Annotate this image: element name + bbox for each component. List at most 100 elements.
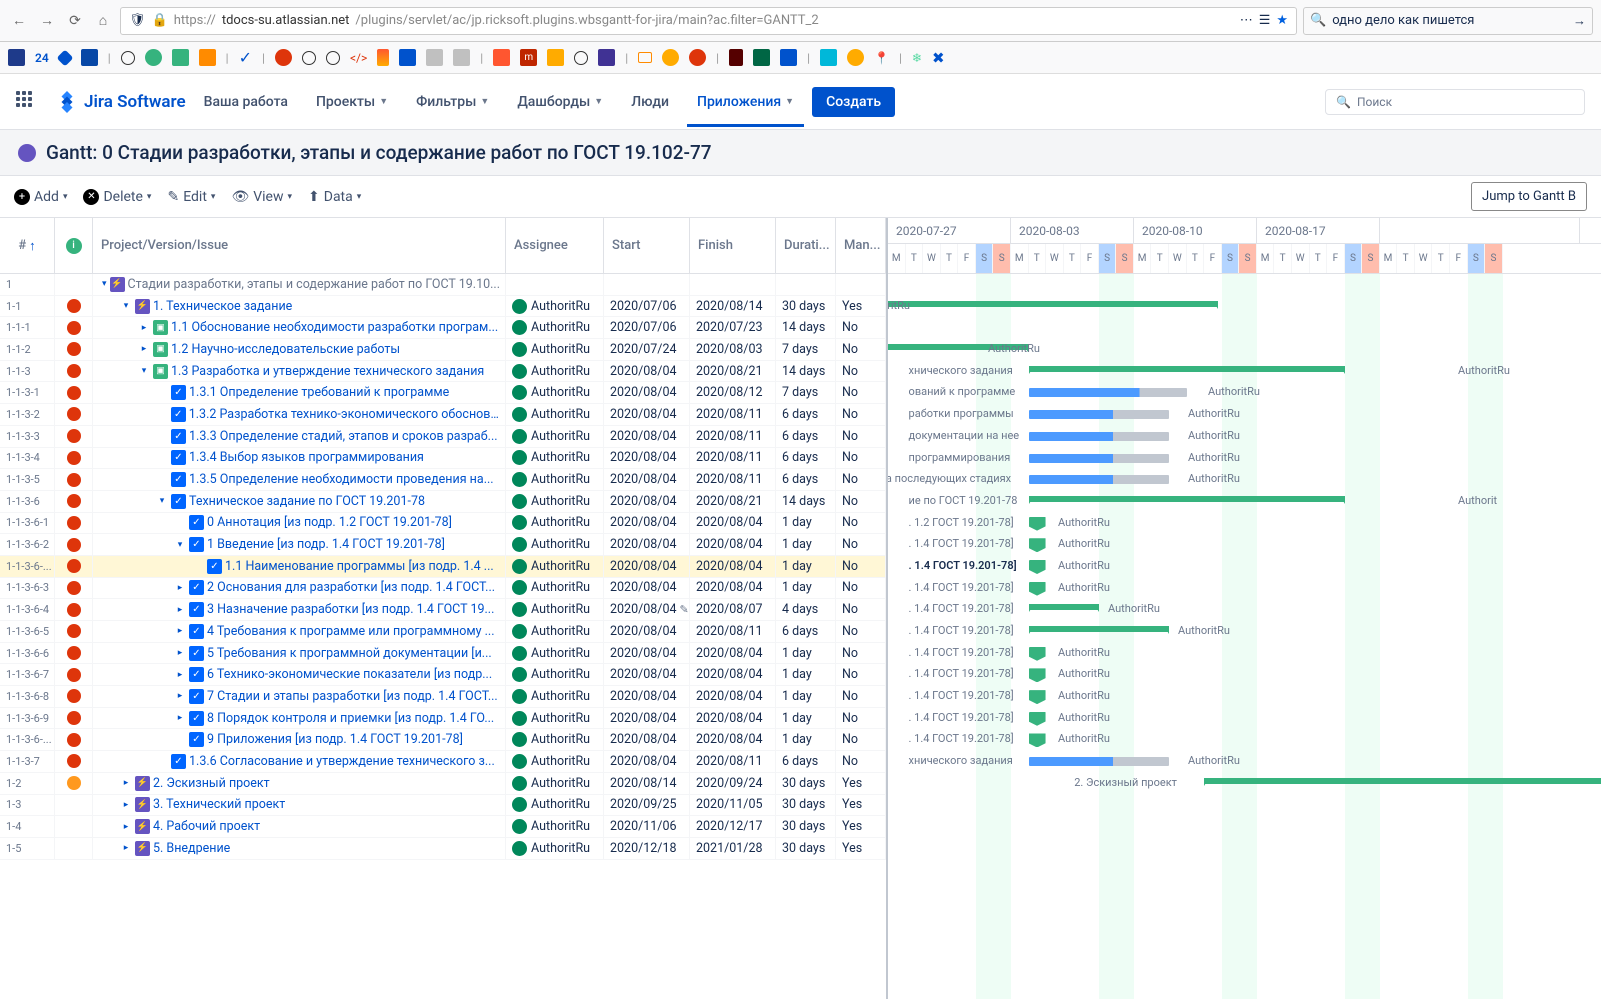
- bookmark-icon[interactable]: [326, 51, 340, 65]
- task-title[interactable]: 7 Стадии и этапы разработки [из подр. 1.…: [207, 689, 498, 704]
- jump-button[interactable]: Jump to Gantt B: [1471, 182, 1587, 211]
- nav-apps[interactable]: Приложения▼: [687, 77, 804, 127]
- task-row[interactable]: 1-1-3-5 1.3.5 Определение необходимости …: [0, 469, 886, 491]
- col-project[interactable]: Project/Version/Issue: [93, 218, 506, 273]
- tree-toggle[interactable]: ▸: [138, 323, 150, 333]
- gantt-bar[interactable]: [1029, 668, 1046, 682]
- bookmark-icon[interactable]: ❄: [912, 51, 922, 65]
- tree-toggle[interactable]: ▸: [120, 778, 132, 788]
- gantt-bar[interactable]: [1029, 410, 1170, 419]
- bookmark-icon[interactable]: [847, 49, 864, 66]
- task-row[interactable]: 1-1-3-6-... 1.1 Наименование программы […: [0, 556, 886, 578]
- bookmark-icon[interactable]: [56, 49, 73, 66]
- gantt-bar[interactable]: [1029, 432, 1170, 441]
- task-row[interactable]: 1-4 ▸ ⚡ 4. Рабочий проект AuthoritRu 202…: [0, 816, 886, 838]
- reader-icon[interactable]: ☰: [1259, 13, 1271, 28]
- task-title[interactable]: 1.1 Обоснование необходимости разработки…: [171, 320, 498, 335]
- jira-logo[interactable]: Jira Software: [56, 91, 186, 113]
- task-title[interactable]: 8 Порядок контроля и приемки [из подр. 1…: [207, 711, 494, 726]
- gantt-bar[interactable]: [1029, 454, 1170, 463]
- bookmark-icon[interactable]: [574, 51, 588, 65]
- task-row[interactable]: 1-1 ▾ ⚡ 1. Техническое задание AuthoritR…: [0, 296, 886, 318]
- gantt-bar[interactable]: [1029, 582, 1046, 596]
- task-title[interactable]: Стадии разработки, этапы и содержание ра…: [128, 277, 501, 292]
- bookmark-icon[interactable]: [638, 52, 652, 63]
- bookmark-icon[interactable]: [81, 49, 98, 66]
- gantt-bar[interactable]: [888, 301, 1218, 307]
- tree-toggle[interactable]: ▾: [138, 366, 150, 376]
- bookmark-icon[interactable]: [172, 49, 189, 66]
- col-num[interactable]: # ↑: [0, 218, 55, 273]
- bookmark-icon[interactable]: ✖: [932, 49, 945, 67]
- nav-filters[interactable]: Фильтры▼: [406, 88, 499, 116]
- gantt-bar[interactable]: [1029, 712, 1046, 726]
- gantt-bar[interactable]: [1029, 560, 1046, 574]
- col-assignee[interactable]: Assignee: [506, 218, 604, 273]
- task-row[interactable]: 1-1-2 ▸ ▣ 1.2 Научно-исследовательские р…: [0, 339, 886, 361]
- bookmark-icon[interactable]: [453, 49, 470, 66]
- bookmark-icon[interactable]: [729, 49, 743, 66]
- task-row[interactable]: 1-1-3-6-9 ▸ 8 Порядок контроля и приемки…: [0, 708, 886, 730]
- nav-projects[interactable]: Проекты▼: [306, 88, 398, 116]
- bookmark-icon[interactable]: ✓: [239, 48, 252, 67]
- task-title[interactable]: 2 Основания для разработки [из подр. 1.4…: [207, 580, 495, 595]
- task-row[interactable]: 1-1-3-4 1.3.4 Выбор языков программирова…: [0, 448, 886, 470]
- tree-toggle[interactable]: ▾: [156, 496, 168, 506]
- task-title[interactable]: 1 Введение [из подр. 1.4 ГОСТ 19.201-78]: [207, 537, 445, 552]
- bookmark-icon[interactable]: [377, 49, 389, 66]
- tree-toggle[interactable]: ▸: [174, 691, 186, 701]
- bookmark-icon[interactable]: </>: [350, 51, 367, 65]
- bookmark-icon[interactable]: [199, 49, 216, 66]
- tree-toggle[interactable]: ▸: [174, 626, 186, 636]
- task-row[interactable]: 1-1-3-6-6 ▸ 5 Требования к программной д…: [0, 643, 886, 665]
- task-row[interactable]: 1-1-3 ▾ ▣ 1.3 Разработка и утверждение т…: [0, 361, 886, 383]
- bookmark-icon[interactable]: [145, 49, 162, 66]
- task-title[interactable]: 1.1 Наименование программы [из подр. 1.4…: [225, 559, 494, 574]
- task-title[interactable]: 3. Технический проект: [153, 797, 285, 812]
- view-button[interactable]: 👁View▾: [231, 189, 292, 205]
- task-row[interactable]: 1-1-3-6-5 ▸ 4 Требования к программе или…: [0, 621, 886, 643]
- gantt-bar[interactable]: [1029, 647, 1046, 661]
- task-title[interactable]: 1.3.2 Разработка технико-экономического …: [189, 407, 499, 422]
- task-title[interactable]: 9 Приложения [из подр. 1.4 ГОСТ 19.201-7…: [207, 732, 463, 747]
- task-row[interactable]: 1-1-3-2 1.3.2 Разработка технико-экономи…: [0, 404, 886, 426]
- bookmark-icon[interactable]: [689, 49, 706, 66]
- gantt-bar[interactable]: [1029, 366, 1345, 372]
- task-row[interactable]: 1-1-1 ▸ ▣ 1.1 Обоснование необходимости …: [0, 317, 886, 339]
- bookmark-icon[interactable]: 📍: [874, 51, 889, 65]
- bookmark-icon[interactable]: [662, 49, 679, 66]
- task-title[interactable]: 5 Требования к программной документации …: [207, 646, 492, 661]
- tree-toggle[interactable]: ▸: [138, 344, 150, 354]
- tree-toggle[interactable]: ▾: [174, 540, 186, 550]
- gantt-bar[interactable]: [1029, 626, 1170, 632]
- col-info[interactable]: i: [55, 218, 93, 273]
- task-row[interactable]: 1-1-3-1 1.3.1 Определение требований к п…: [0, 382, 886, 404]
- tree-toggle[interactable]: ▾: [120, 301, 132, 311]
- tree-toggle[interactable]: ▾: [102, 279, 107, 289]
- task-title[interactable]: 1.3 Разработка и утверждение техническог…: [171, 364, 484, 379]
- col-start[interactable]: Start: [604, 218, 690, 273]
- browser-search[interactable]: 🔍 одно дело как пишется →: [1303, 7, 1593, 35]
- bookmark-icon[interactable]: [780, 49, 797, 66]
- task-title[interactable]: 1.2 Научно-исследовательские работы: [171, 342, 400, 357]
- bookmark-icon[interactable]: [820, 49, 837, 66]
- task-row[interactable]: 1-1-3-6-2 ▾ 1 Введение [из подр. 1.4 ГОС…: [0, 534, 886, 556]
- bookmark-icon[interactable]: [121, 51, 135, 65]
- task-title[interactable]: 1.3.3 Определение стадий, этапов и сроко…: [189, 429, 498, 444]
- gantt-bar[interactable]: [1029, 475, 1170, 484]
- data-button[interactable]: ⬆Data▾: [308, 189, 361, 205]
- task-title[interactable]: 1.3.5 Определение необходимости проведен…: [189, 472, 494, 487]
- tree-toggle[interactable]: ▸: [120, 843, 132, 853]
- gantt-bar[interactable]: [1029, 690, 1046, 704]
- task-row[interactable]: 1-5 ▸ ⚡ 5. Внедрение AuthoritRu 2020/12/…: [0, 838, 886, 860]
- bookmark-icon[interactable]: [302, 51, 316, 65]
- gantt-bar[interactable]: [1029, 757, 1170, 766]
- gantt-bar[interactable]: [1029, 733, 1046, 747]
- task-title[interactable]: 6 Технико-экономические показатели [из п…: [207, 667, 492, 682]
- gantt-bar[interactable]: [1204, 778, 1601, 784]
- gantt-bar[interactable]: [1029, 388, 1187, 397]
- task-row[interactable]: 1-1-3-6-... 9 Приложения [из подр. 1.4 Г…: [0, 729, 886, 751]
- col-manual[interactable]: Man...: [836, 218, 886, 273]
- bookmark-star-icon[interactable]: ★: [1276, 13, 1288, 28]
- edit-button[interactable]: ✎Edit▾: [167, 189, 215, 205]
